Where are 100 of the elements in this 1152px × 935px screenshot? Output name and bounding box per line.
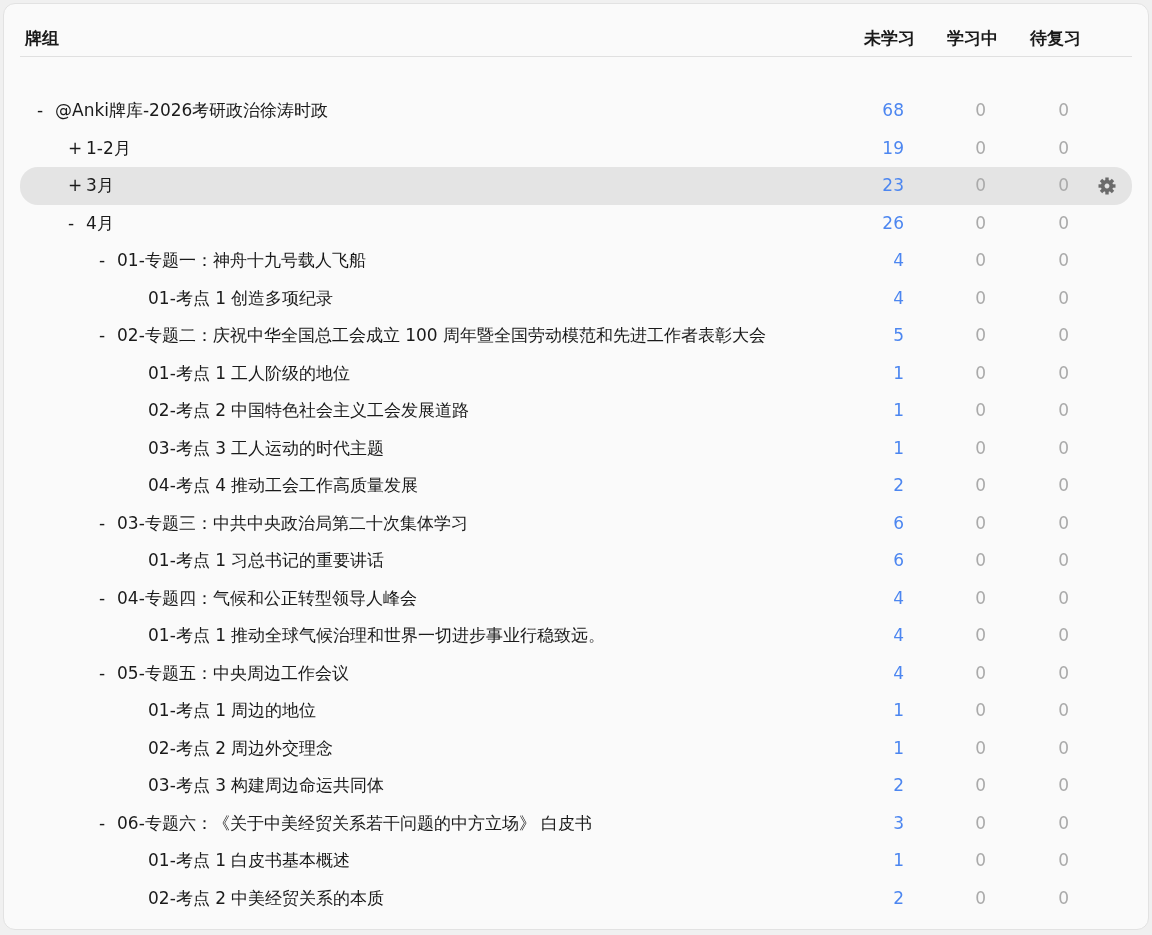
collapse-toggle[interactable]: - bbox=[99, 810, 117, 836]
collapse-toggle[interactable]: - bbox=[68, 210, 86, 236]
collapse-toggle[interactable]: + bbox=[68, 135, 86, 161]
deck-name[interactable]: 02-考点 2 周边外交理念 bbox=[148, 735, 334, 761]
deck-row[interactable]: 01-考点 1 推动全球气候治理和世界一切进步事业行稳致远。 4 0 0 bbox=[20, 617, 1132, 655]
new-count: 1 bbox=[892, 699, 905, 722]
learning-count: 0 bbox=[974, 699, 987, 722]
column-header[interactable]: 未学习 bbox=[832, 25, 915, 52]
column-header[interactable]: 牌组 bbox=[20, 25, 832, 52]
review-count: 0 bbox=[1057, 699, 1070, 722]
deck-name[interactable]: 05-专题五：中央周边工作会议 bbox=[117, 660, 349, 686]
deck-name[interactable]: 4月 bbox=[86, 210, 114, 236]
new-count: 4 bbox=[892, 286, 905, 310]
deck-name[interactable]: 01-专题一：神舟十九号载人飞船 bbox=[117, 248, 366, 274]
new-count: 6 bbox=[892, 549, 905, 572]
deck-row[interactable]: 03-考点 3 工人运动的时代主题 1 0 0 bbox=[20, 429, 1132, 467]
learning-count: 0 bbox=[974, 136, 987, 160]
deck-name[interactable]: 01-考点 1 工人阶级的地位 bbox=[148, 360, 351, 386]
deck-row[interactable]: 04-考点 4 推动工会工作高质量发展 2 0 0 bbox=[20, 467, 1132, 505]
new-count: 3 bbox=[892, 811, 905, 835]
deck-row[interactable]: + 3月 23 0 0 bbox=[20, 167, 1132, 205]
new-count: 2 bbox=[892, 474, 905, 497]
column-header[interactable]: 待复习 bbox=[998, 25, 1081, 52]
review-count: 0 bbox=[1057, 511, 1070, 535]
deck-name[interactable]: @Anki牌库-2026考研政治徐涛时政 bbox=[55, 98, 329, 124]
deck-name[interactable]: 01-考点 1 创造多项纪录 bbox=[148, 285, 334, 311]
settings-icon[interactable] bbox=[1097, 176, 1116, 195]
learning-count: 0 bbox=[974, 549, 987, 572]
collapse-toggle[interactable]: - bbox=[99, 510, 117, 536]
new-count: 4 bbox=[892, 624, 905, 647]
learning-count: 0 bbox=[974, 661, 987, 685]
learning-count: 0 bbox=[974, 174, 987, 197]
new-count: 1 bbox=[892, 849, 905, 872]
deck-row[interactable]: 01-考点 1 白皮书基本概述 1 0 0 bbox=[20, 842, 1132, 880]
learning-count: 0 bbox=[974, 399, 987, 422]
deck-row[interactable]: 02-考点 2 中国特色社会主义工会发展道路 1 0 0 bbox=[20, 392, 1132, 430]
deck-row[interactable]: - 01-专题一：神舟十九号载人飞船 4 0 0 bbox=[20, 242, 1132, 280]
deck-name[interactable]: 01-考点 1 白皮书基本概述 bbox=[148, 848, 351, 874]
review-count: 0 bbox=[1057, 99, 1070, 122]
deck-row[interactable]: - @Anki牌库-2026考研政治徐涛时政 68 0 0 bbox=[20, 92, 1132, 130]
deck-row[interactable]: + 1-2月 19 0 0 bbox=[20, 129, 1132, 167]
review-count: 0 bbox=[1057, 774, 1070, 797]
deck-name[interactable]: 04-专题四：气候和公正转型领导人峰会 bbox=[117, 585, 417, 611]
review-count: 0 bbox=[1057, 886, 1070, 910]
learning-count: 0 bbox=[974, 511, 987, 535]
deck-name[interactable]: 03-考点 3 工人运动的时代主题 bbox=[148, 435, 385, 461]
deck-row[interactable]: - 02-专题二：庆祝中华全国总工会成立 100 周年暨全国劳动模范和先进工作者表彰大会 5 0 0 bbox=[20, 317, 1132, 355]
deck-name[interactable]: 1-2月 bbox=[86, 135, 131, 161]
deck-row[interactable]: - 04-专题四：气候和公正转型领导人峰会 4 0 0 bbox=[20, 579, 1132, 617]
learning-count: 0 bbox=[974, 436, 987, 460]
collapse-toggle[interactable]: - bbox=[37, 98, 55, 124]
deck-row[interactable]: 01-考点 1 习总书记的重要讲话 6 0 0 bbox=[20, 542, 1132, 580]
new-count: 4 bbox=[892, 661, 905, 685]
deck-row[interactable]: - 03-专题三：中共中央政治局第二十次集体学习 6 0 0 bbox=[20, 504, 1132, 542]
deck-row[interactable]: 01-考点 1 工人阶级的地位 1 0 0 bbox=[20, 354, 1132, 392]
learning-count: 0 bbox=[974, 774, 987, 797]
collapse-toggle[interactable]: + bbox=[68, 173, 86, 199]
column-header[interactable]: 学习中 bbox=[915, 25, 998, 52]
new-count: 1 bbox=[892, 399, 905, 422]
new-count: 1 bbox=[892, 361, 905, 385]
learning-count: 0 bbox=[974, 99, 987, 122]
learning-count: 0 bbox=[974, 586, 987, 610]
deck-row[interactable]: 03-考点 3 构建周边命运共同体 2 0 0 bbox=[20, 767, 1132, 805]
deck-row[interactable]: - 4月 26 0 0 bbox=[20, 204, 1132, 242]
deck-row[interactable]: 01-考点 1 周边的地位 1 0 0 bbox=[20, 692, 1132, 730]
learning-count: 0 bbox=[974, 361, 987, 385]
learning-count: 0 bbox=[974, 286, 987, 310]
deck-row[interactable]: 01-考点 1 创造多项纪录 4 0 0 bbox=[20, 279, 1132, 317]
deck-name[interactable]: 01-考点 1 周边的地位 bbox=[148, 698, 317, 724]
deck-row[interactable]: - 06-专题六：《关于中美经贸关系若干问题的中方立场》 白皮书 3 0 0 bbox=[20, 804, 1132, 842]
review-count: 0 bbox=[1057, 811, 1070, 835]
deck-name[interactable]: 03-专题三：中共中央政治局第二十次集体学习 bbox=[117, 510, 468, 536]
learning-count: 0 bbox=[974, 211, 987, 235]
deck-row[interactable]: - 05-专题五：中央周边工作会议 4 0 0 bbox=[20, 654, 1132, 692]
deck-name[interactable]: 01-考点 1 习总书记的重要讲话 bbox=[148, 548, 385, 574]
deck-name[interactable]: 03-考点 3 构建周边命运共同体 bbox=[148, 773, 385, 799]
learning-count: 0 bbox=[974, 324, 987, 347]
collapse-toggle[interactable]: - bbox=[99, 323, 117, 349]
deck-name[interactable]: 01-考点 1 推动全球气候治理和世界一切进步事业行稳致远。 bbox=[148, 623, 606, 649]
learning-count: 0 bbox=[974, 736, 987, 760]
learning-count: 0 bbox=[974, 624, 987, 647]
deck-name[interactable]: 02-考点 2 中国特色社会主义工会发展道路 bbox=[148, 398, 470, 424]
deck-name[interactable]: 3月 bbox=[86, 173, 114, 199]
new-count: 26 bbox=[881, 211, 905, 235]
deck-row[interactable]: 02-考点 2 周边外交理念 1 0 0 bbox=[20, 729, 1132, 767]
collapse-toggle[interactable]: - bbox=[99, 585, 117, 611]
deck-name[interactable]: 02-专题二：庆祝中华全国总工会成立 100 周年暨全国劳动模范和先进工作者表彰大会 bbox=[117, 323, 767, 349]
deck-name[interactable]: 06-专题六：《关于中美经贸关系若干问题的中方立场》 白皮书 bbox=[117, 810, 593, 836]
deck-name[interactable]: 02-考点 2 中美经贸关系的本质 bbox=[148, 885, 385, 911]
collapse-toggle[interactable]: - bbox=[99, 248, 117, 274]
review-count: 0 bbox=[1057, 399, 1070, 422]
collapse-toggle[interactable]: - bbox=[99, 660, 117, 686]
review-count: 0 bbox=[1057, 249, 1070, 272]
review-count: 0 bbox=[1057, 661, 1070, 685]
review-count: 0 bbox=[1057, 586, 1070, 610]
review-count: 0 bbox=[1057, 849, 1070, 872]
deck-name[interactable]: 04-考点 4 推动工会工作高质量发展 bbox=[148, 473, 419, 499]
review-count: 0 bbox=[1057, 136, 1070, 160]
new-count: 6 bbox=[892, 511, 905, 535]
deck-row[interactable]: 02-考点 2 中美经贸关系的本质 2 0 0 bbox=[20, 879, 1132, 917]
